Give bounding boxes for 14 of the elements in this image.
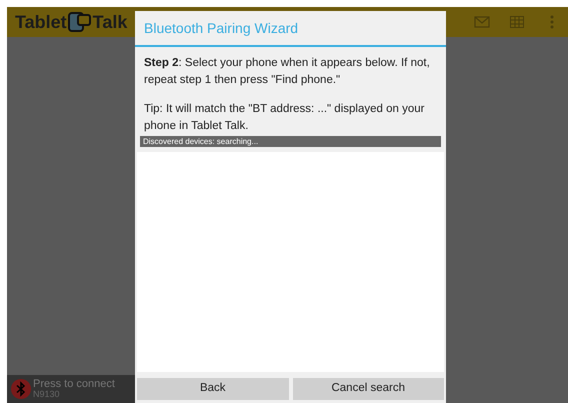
mail-icon[interactable]: [474, 16, 490, 28]
dialog-title: Bluetooth Pairing Wizard: [135, 11, 446, 47]
instructions-text: Step 2: Select your phone when it appears below. If not, repeat step 1 then press "Find phone.": [144, 56, 431, 88]
grid-icon[interactable]: [510, 16, 524, 28]
logo-text: Tablet: [15, 10, 67, 34]
tablet-logo-icon: [66, 10, 93, 34]
overflow-menu-icon[interactable]: [550, 15, 554, 29]
dialog-button[interactable]: Cancel search: [292, 378, 444, 400]
connect-label: Press to connect: [33, 379, 115, 390]
status-bar: Discovered devices: searching...: [140, 136, 441, 147]
bluetooth-icon: [11, 379, 31, 399]
logo-text: Talk: [92, 10, 128, 34]
tip-text: Tip: It will match the "BT address: ..." displayed on your phone in Tablet Talk.: [144, 102, 426, 134]
dialog-button[interactable]: Back: [137, 378, 288, 400]
